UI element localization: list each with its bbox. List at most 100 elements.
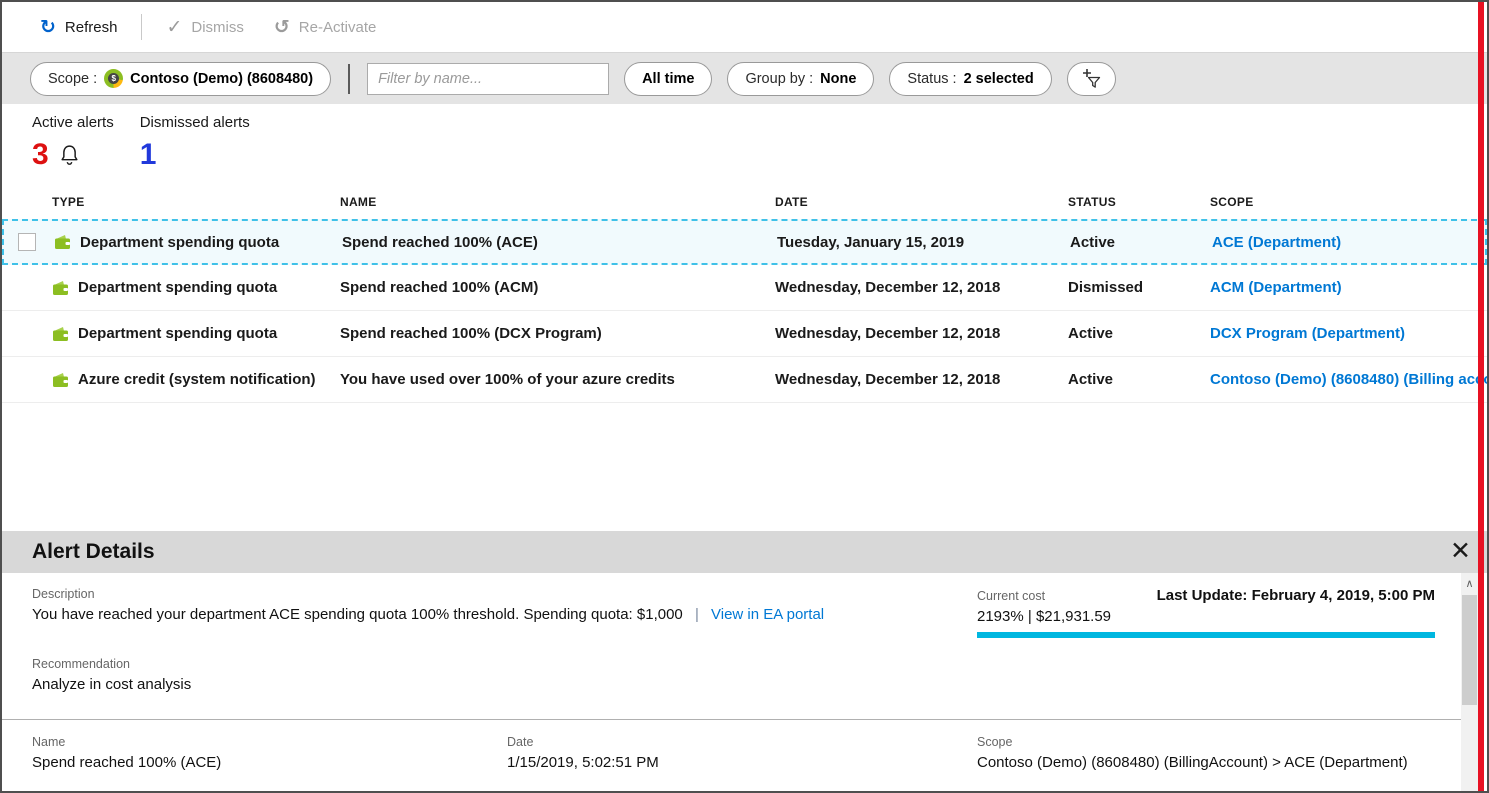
scrollbar-thumb[interactable] <box>1462 595 1477 705</box>
column-header-type[interactable]: TYPE <box>52 195 340 209</box>
bell-icon <box>59 144 80 167</box>
group-by-value: None <box>820 71 856 87</box>
cell-type: Department spending quota <box>78 279 277 296</box>
group-by-pill[interactable]: Group by : None <box>727 62 874 96</box>
current-cost-section: Current cost Last Update: February 4, 20… <box>977 587 1435 638</box>
cell-name: Spend reached 100% (DCX Program) <box>340 325 775 342</box>
last-update-text: Last Update: February 4, 2019, 5:00 PM <box>1157 587 1435 604</box>
spending-quota-wallet-icon <box>52 326 69 342</box>
time-range-pill[interactable]: All time <box>624 62 712 96</box>
dismiss-label: Dismiss <box>191 19 244 36</box>
dismissed-alerts-stat: Dismissed alerts 1 <box>140 114 250 175</box>
add-filter-icon <box>1080 67 1103 90</box>
cell-type: Department spending quota <box>80 234 279 251</box>
refresh-label: Refresh <box>65 19 118 36</box>
table-row[interactable]: Department spending quota Spend reached … <box>2 311 1487 357</box>
spending-quota-wallet-icon <box>52 280 69 296</box>
recommendation-label: Recommendation <box>32 657 191 671</box>
scope-link[interactable]: ACE (Department) <box>1212 234 1341 251</box>
filter-bar: Scope : $ Contoso (Demo) (8608480) All t… <box>2 52 1487 104</box>
active-alerts-stat: Active alerts 3 <box>32 114 114 175</box>
cell-status: Dismissed <box>1068 279 1210 296</box>
description-section: Description You have reached your depart… <box>32 587 932 623</box>
cell-name: Spend reached 100% (ACE) <box>342 234 777 251</box>
cell-name: Spend reached 100% (ACM) <box>340 279 775 296</box>
details-scrollbar[interactable]: ∧ <box>1461 573 1478 791</box>
cell-date: Tuesday, January 15, 2019 <box>777 234 1070 251</box>
status-filter-label: Status : <box>907 71 956 87</box>
description-label: Description <box>32 587 932 601</box>
scope-link[interactable]: ACM (Department) <box>1210 279 1342 296</box>
status-filter-value: 2 selected <box>964 71 1034 87</box>
scope-donut-icon: $ <box>104 69 123 88</box>
cell-name: You have used over 100% of your azure cr… <box>340 371 775 388</box>
description-text: You have reached your department ACE spe… <box>32 606 683 623</box>
group-by-label: Group by : <box>745 71 813 87</box>
scope-link[interactable]: DCX Program (Department) <box>1210 325 1405 342</box>
alert-details-body: Description You have reached your depart… <box>2 573 1487 791</box>
row-checkbox[interactable] <box>18 233 36 251</box>
spending-quota-wallet-icon <box>54 234 71 250</box>
name-value: Spend reached 100% (ACE) <box>32 754 221 771</box>
cell-type: Azure credit (system notification) <box>78 371 316 388</box>
date-value: 1/15/2019, 5:02:51 PM <box>507 754 659 771</box>
cell-status: Active <box>1068 325 1210 342</box>
add-filter-button[interactable] <box>1067 62 1116 96</box>
table-row[interactable]: Azure credit (system notification) You h… <box>2 357 1487 403</box>
cell-date: Wednesday, December 12, 2018 <box>775 279 1068 296</box>
scope-pill-label: Scope : <box>48 71 97 87</box>
current-cost-value: 2193% | $21,931.59 <box>977 608 1435 625</box>
azure-credit-wallet-icon <box>52 372 69 388</box>
active-alerts-label: Active alerts <box>32 114 114 131</box>
time-range-value: All time <box>642 71 694 87</box>
refresh-icon: ↻ <box>40 18 56 37</box>
dismissed-alerts-label: Dismissed alerts <box>140 114 250 131</box>
scope-label: Scope <box>977 735 1408 749</box>
alert-details-header: Alert Details ✕ <box>2 531 1487 573</box>
filter-by-name-input[interactable] <box>367 63 609 95</box>
recommendation-section: Recommendation Analyze in cost analysis <box>32 657 191 694</box>
scope-pill-value: Contoso (Demo) (8608480) <box>130 71 313 87</box>
refresh-button[interactable]: ↻ Refresh <box>40 18 117 37</box>
column-header-status[interactable]: STATUS <box>1068 195 1210 209</box>
column-header-date[interactable]: DATE <box>775 195 1068 209</box>
table-row[interactable]: Department spending quota Spend reached … <box>2 219 1487 265</box>
view-in-ea-portal-link[interactable]: View in EA portal <box>711 606 824 623</box>
cell-date: Wednesday, December 12, 2018 <box>775 325 1068 342</box>
scope-pill[interactable]: Scope : $ Contoso (Demo) (8608480) <box>30 62 331 96</box>
column-header-name[interactable]: NAME <box>340 195 775 209</box>
description-separator: | <box>695 606 699 623</box>
current-cost-label: Current cost <box>977 589 1045 603</box>
reactivate-label: Re-Activate <box>299 19 377 36</box>
column-header-scope[interactable]: SCOPE <box>1210 195 1487 209</box>
table-row[interactable]: Department spending quota Spend reached … <box>2 265 1487 311</box>
date-label: Date <box>507 735 659 749</box>
active-alerts-count: 3 <box>32 140 49 170</box>
status-filter-pill[interactable]: Status : 2 selected <box>889 62 1051 96</box>
scrollbar-up-icon[interactable]: ∧ <box>1461 573 1478 590</box>
dismissed-alerts-count: 1 <box>140 140 157 170</box>
alert-details-panel: Alert Details ✕ Description You have rea… <box>2 531 1487 791</box>
screen-edge-highlight <box>1478 2 1484 791</box>
cell-type: Department spending quota <box>78 325 277 342</box>
command-bar: ↻ Refresh ✓ Dismiss ↺ Re-Activate <box>2 2 1487 52</box>
cell-status: Active <box>1070 234 1212 251</box>
undo-arrow-icon: ↺ <box>274 18 290 37</box>
scope-dollar-glyph: $ <box>108 73 119 84</box>
cell-date: Wednesday, December 12, 2018 <box>775 371 1068 388</box>
close-icon[interactable]: ✕ <box>1450 537 1471 565</box>
filterbar-divider <box>348 64 350 94</box>
analyze-in-cost-analysis-link[interactable]: Analyze in cost analysis <box>32 676 191 693</box>
alert-details-title: Alert Details <box>32 540 155 564</box>
name-label: Name <box>32 735 221 749</box>
reactivate-button[interactable]: ↺ Re-Activate <box>274 18 376 37</box>
cell-status: Active <box>1068 371 1210 388</box>
cost-progress-bar <box>977 632 1435 638</box>
checkmark-icon: ✓ <box>166 18 182 37</box>
dismiss-button[interactable]: ✓ Dismiss <box>166 18 243 37</box>
alerts-summary: Active alerts 3 Dismissed alerts 1 <box>2 104 1487 175</box>
scope-value: Contoso (Demo) (8608480) (BillingAccount… <box>977 754 1408 771</box>
scope-link[interactable]: Contoso (Demo) (8608480) (Billing accoun… <box>1210 371 1487 388</box>
app-window: ↻ Refresh ✓ Dismiss ↺ Re-Activate Scope … <box>0 0 1489 793</box>
details-divider <box>2 719 1461 720</box>
